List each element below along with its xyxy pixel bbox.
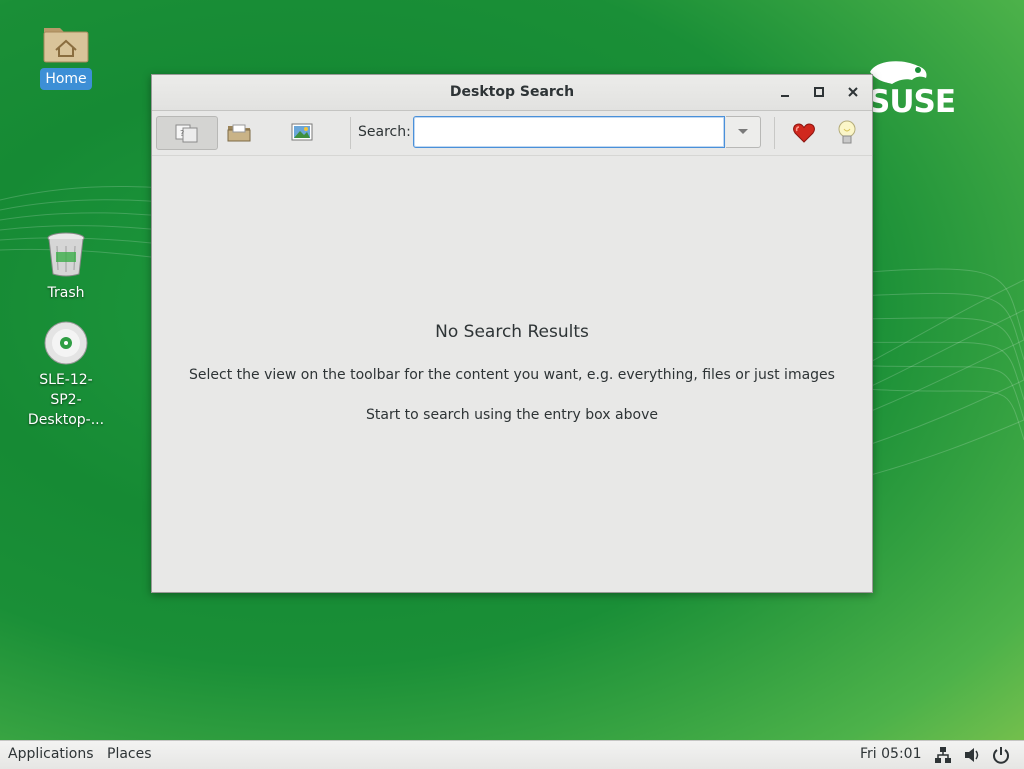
view-files-button[interactable] [209, 116, 269, 148]
heart-icon[interactable] [792, 121, 816, 145]
search-history-dropdown[interactable] [726, 116, 761, 148]
desktop-home-icon[interactable]: Home [21, 20, 111, 90]
network-icon[interactable] [934, 746, 952, 768]
folder-view-icon [227, 124, 251, 142]
trash-icon [47, 232, 85, 277]
search-label: Search: [358, 124, 411, 140]
chevron-down-icon [738, 129, 748, 134]
maximize-icon[interactable] [808, 81, 830, 103]
results-area: No Search Results Select the view on the… [152, 156, 872, 592]
places-menu[interactable]: Places [107, 746, 152, 762]
no-results-heading: No Search Results [435, 322, 589, 342]
desktop-trash-label: Trash [47, 285, 85, 301]
applications-menu[interactable]: Applications [8, 746, 94, 762]
toolbar-separator [350, 117, 351, 149]
suse-logo: SUSE [862, 58, 982, 120]
desktop-home-label: Home [40, 68, 92, 90]
clock[interactable]: Fri 05:01 [860, 746, 921, 762]
desktop-disc-icon[interactable]: SLE-12- SP2- Desktop-... [21, 320, 111, 430]
power-icon[interactable] [992, 746, 1010, 768]
desktop-search-window: Desktop Search ? Search: No Search Resul… [151, 74, 873, 593]
desktop-disc-label-line2: SP2- [50, 392, 82, 408]
desktop-disc-label-line3: Desktop-... [27, 412, 105, 428]
window-title: Desktop Search [449, 84, 575, 100]
svg-text:?: ? [180, 129, 184, 138]
desktop-disc-label-line1: SLE-12- [39, 372, 93, 388]
search-hint-text: Start to search using the entry box abov… [366, 407, 658, 423]
home-folder-icon [43, 28, 89, 63]
title-bar[interactable]: Desktop Search [152, 75, 872, 111]
view-images-button[interactable] [272, 116, 332, 148]
desktop-trash-icon[interactable]: Trash [21, 230, 111, 304]
close-icon[interactable] [842, 81, 864, 103]
view-hint-text: Select the view on the toolbar for the c… [189, 367, 835, 383]
search-input[interactable] [413, 116, 725, 148]
lightbulb-icon[interactable] [835, 119, 859, 147]
volume-icon[interactable] [963, 746, 981, 768]
disc-icon [44, 321, 88, 365]
bottom-panel: Applications Places Fri 05:01 [0, 740, 1024, 769]
minimize-icon[interactable] [774, 81, 796, 103]
toolbar-separator [774, 117, 775, 149]
brand-text: SUSE [868, 84, 956, 120]
everything-view-icon: ? [175, 124, 198, 143]
toolbar: ? Search: [152, 111, 872, 156]
images-view-icon [291, 123, 313, 141]
